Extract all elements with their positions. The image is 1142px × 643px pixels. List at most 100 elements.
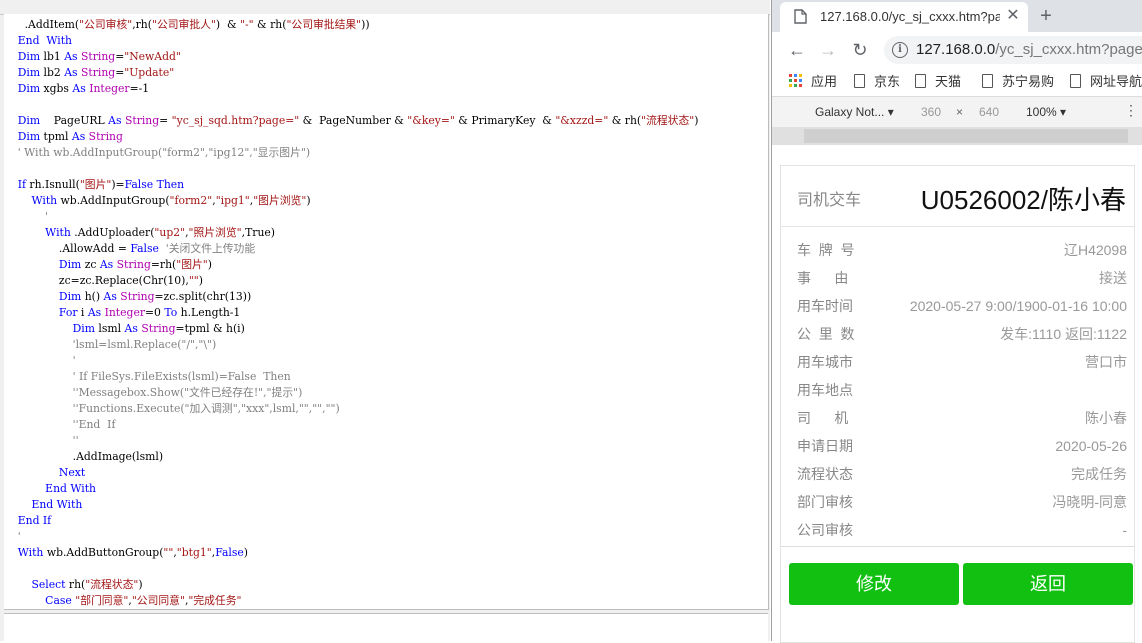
code-token: =0 (145, 306, 165, 319)
code-token: Dim (4, 290, 85, 303)
code-token: If (4, 178, 30, 191)
new-tab-icon[interactable]: + (1034, 4, 1058, 28)
code-line: With .AddUploader("up2","照片浏览",True) (4, 225, 744, 241)
tab-title: 127.168.0.0/yc_sj_cxxx.htm?page (820, 9, 1000, 24)
code-token: As (108, 114, 125, 127)
code-token: ' (4, 530, 21, 543)
browser-tab[interactable]: 127.168.0.0/yc_sj_cxxx.htm?page ✕ (780, 2, 1028, 32)
field-value: 接送 (1099, 270, 1127, 286)
code-token: With (4, 194, 61, 207)
code-token: End With (4, 34, 72, 47)
code-token: .AllowAdd = (4, 242, 131, 255)
field-label: 部门审核 (797, 494, 853, 510)
field-label: 车 牌 号 (797, 242, 855, 258)
field-value: 完成任务 (1071, 466, 1127, 482)
code-line: '' (4, 433, 744, 449)
code-token: Dim (4, 114, 44, 127)
bookmark-suning[interactable]: 苏宁易购 (982, 72, 1054, 92)
field-row: 公 里 数 发车:1110 返回:1122 (797, 320, 1127, 348)
code-token: "流程状态" (85, 578, 139, 591)
code-token: String (80, 66, 116, 79)
code-line: Select rh("流程状态") (4, 577, 744, 593)
address-bar[interactable]: i 127.168.0.0/yc_sj_cxxx.htm?page= (884, 36, 1142, 64)
field-value: 2020-05-26 (1055, 438, 1127, 454)
code-token: =zc.split(chr(13)) (154, 290, 252, 303)
width-input[interactable]: 360 (921, 105, 941, 119)
code-line: Case "部门同意","公司同意","完成任务" (4, 593, 744, 609)
code-line: Dim lsml As String=tpml & h(i) (4, 321, 744, 337)
code-token: String (116, 258, 151, 271)
code-line: ' (4, 353, 744, 369)
bookmark-nav[interactable]: 网址导航 (1070, 72, 1142, 92)
height-input[interactable]: 640 (979, 105, 999, 119)
reload-icon[interactable]: ↻ (848, 38, 872, 62)
code-token: = (159, 114, 172, 127)
code-token: lb1 (43, 50, 65, 63)
code-token: With (4, 546, 47, 559)
more-options-icon[interactable]: ⋮ (1124, 102, 1138, 119)
close-icon[interactable]: ✕ (1004, 6, 1022, 26)
field-label: 流程状态 (797, 466, 853, 482)
code-token: ) (207, 258, 212, 271)
code-token: As (103, 290, 121, 303)
edit-button[interactable]: 修改 (789, 563, 959, 605)
code-token: rh( (68, 578, 86, 591)
code-token: "图片浏览" (253, 194, 307, 207)
field-value: 陈小春 (1085, 410, 1127, 426)
code-token: False Then (124, 178, 185, 191)
code-token: "图片" (176, 258, 208, 271)
code-token: String (80, 50, 116, 63)
code-token: Dim (4, 66, 44, 79)
code-token: "up2" (154, 226, 186, 239)
code-token: =rh( (150, 258, 177, 271)
forward-arrow-icon[interactable]: → (816, 38, 840, 62)
code-token: zc=zc.Replace(Chr(10), (4, 274, 189, 287)
editor-output-panel[interactable] (4, 613, 768, 642)
code-token: =tpml & h(i) (175, 322, 245, 335)
code-token: To (164, 306, 181, 319)
code-line: Dim tpml As String (4, 129, 744, 145)
bookmark-jd[interactable]: 京东 (854, 72, 900, 92)
editor-top-bar (0, 0, 770, 15)
code-token: ,True) (241, 226, 276, 239)
field-value: 营口市 (1085, 354, 1127, 370)
code-token: "NewAdd" (124, 50, 181, 63)
code-token: lsml (98, 322, 125, 335)
device-toolbar: Galaxy Not... ▾ 360 × 640 100% ▾ ⋮ (772, 97, 1142, 128)
code-token: ''Messagebox.Show("文件已经存在!","提示") (4, 386, 303, 399)
code-token: "" (163, 546, 174, 559)
info-icon[interactable]: i (892, 42, 908, 58)
device-viewport: 司机交车 U0526002/陈小春 车 牌 号 辽H42098 事 由 接送 用车时间 2… (780, 165, 1135, 643)
header-value: U0526002/陈小春 (920, 185, 1126, 215)
field-row: 申请日期 2020-05-26 (797, 432, 1127, 460)
code-token: "公司同意" (131, 594, 185, 607)
code-line: zc=zc.Replace(Chr(10),"") (4, 273, 744, 289)
code-token: & rh( (608, 114, 642, 127)
device-select[interactable]: Galaxy Not... ▾ (815, 105, 894, 119)
browser-toolbar: ← → ↻ i 127.168.0.0/yc_sj_cxxx.htm?page= (772, 32, 1142, 68)
zoom-select[interactable]: 100% ▾ (1026, 105, 1066, 119)
code-token: String (141, 322, 176, 335)
code-token: "&xzzd=" (555, 114, 609, 127)
bookmark-apps[interactable]: 应用 (789, 72, 837, 92)
back-button[interactable]: 返回 (963, 563, 1133, 605)
code-editor-area[interactable]: .AddItem("公司审核",rh("公司审批人") & "-" & rh("… (4, 14, 769, 610)
code-token: Dim (4, 50, 44, 63)
code-token: "btg1" (176, 546, 212, 559)
code-token: "Update" (124, 66, 175, 79)
code-line: Dim zc As String=rh("图片") (4, 257, 744, 273)
back-arrow-icon[interactable]: ← (785, 38, 809, 62)
code-token: "图片" (79, 178, 112, 191)
code-line: Dim xgbs As Integer=-1 (4, 81, 744, 97)
code-token: As (64, 50, 81, 63)
code-token: ) (138, 578, 143, 591)
bookmark-label: 应用 (811, 74, 838, 89)
code-token: ' (4, 354, 76, 367)
bookmark-tmall[interactable]: 天猫 (915, 72, 961, 92)
code-token: .AddUploader( (74, 226, 155, 239)
code-token: "完成任务" (188, 594, 242, 607)
code-token: )) (361, 18, 370, 31)
code-line: With wb.AddInputGroup("form2","ipg1","图片… (4, 193, 744, 209)
code-token: "ipg1" (215, 194, 250, 207)
